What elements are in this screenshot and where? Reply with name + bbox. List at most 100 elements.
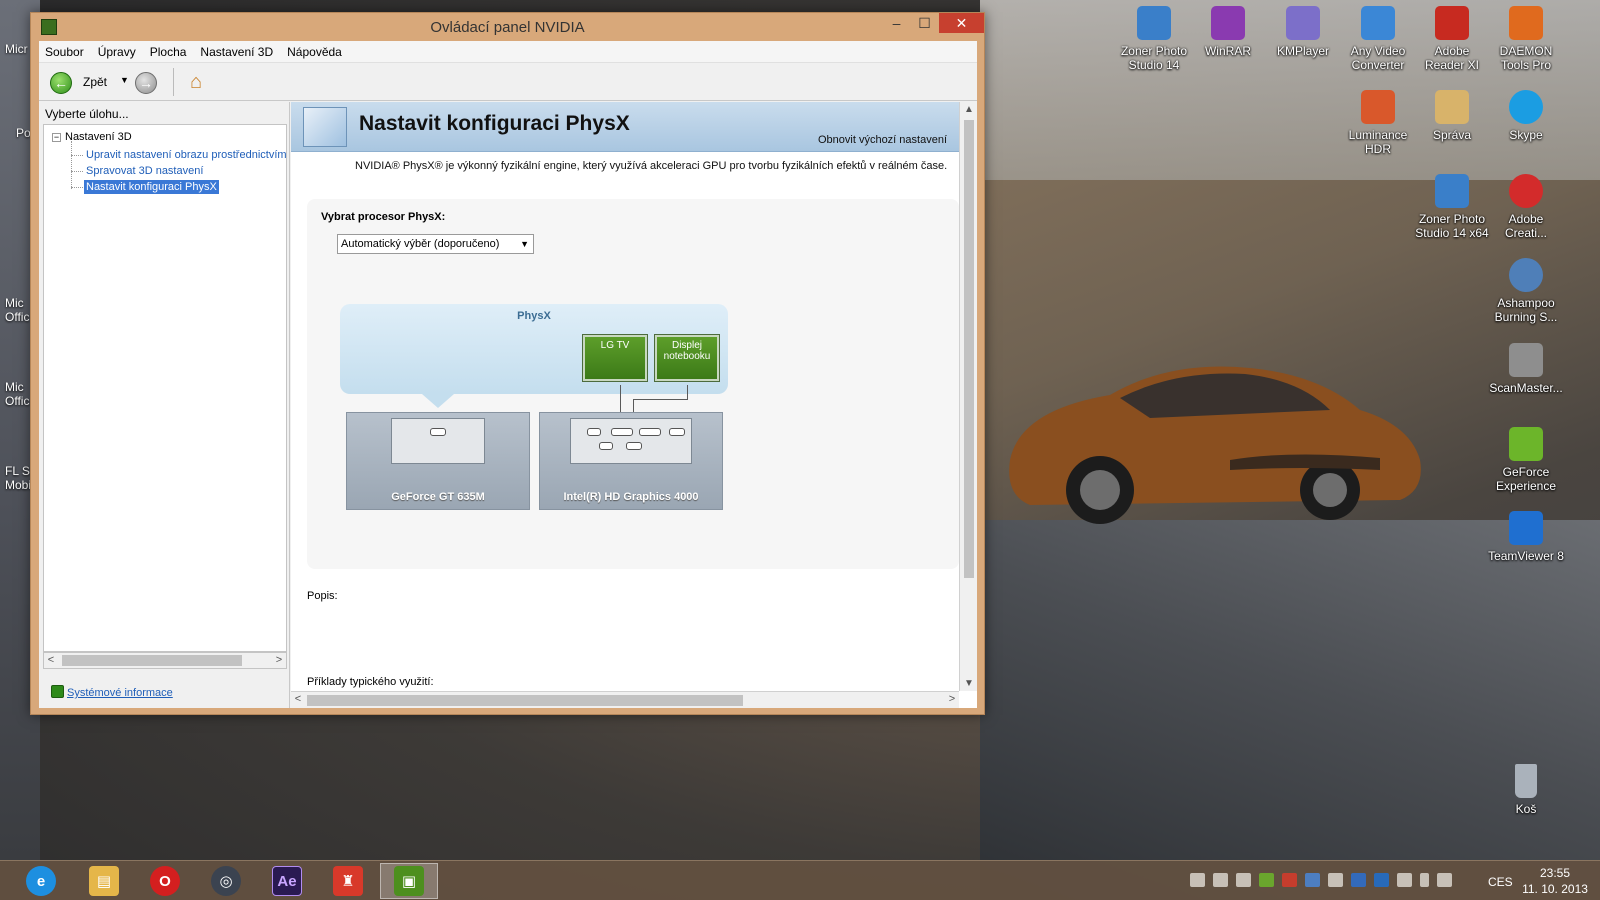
- physx-processor-select[interactable]: Automatický výběr (doporučeno) ▼: [337, 234, 534, 254]
- desktop-icon-kmplayer[interactable]: KMPlayer: [1265, 6, 1341, 58]
- toolbar: ← Zpět ▼ → ⌂: [39, 63, 977, 101]
- port-icon: [599, 442, 613, 450]
- back-button[interactable]: ←: [50, 72, 72, 94]
- processor-label: Vybrat procesor PhysX:: [321, 211, 446, 223]
- physx-settings-panel: Vybrat procesor PhysX: Automatický výběr…: [307, 199, 959, 569]
- desktop-icon-adobe-creative[interactable]: Adobe Creati...: [1488, 174, 1564, 240]
- port-icon: [611, 428, 633, 436]
- collapse-icon[interactable]: −: [52, 133, 61, 142]
- taskbar: e ▤ O ◎ Ae ♜ ▣ CES 23:55 11. 10. 2013: [0, 860, 1600, 900]
- chevron-up-icon[interactable]: ▲: [960, 104, 978, 115]
- desktop-icon-any-video-converter[interactable]: Any Video Converter: [1340, 6, 1416, 72]
- desktop-icon-skype[interactable]: Skype: [1488, 90, 1564, 142]
- content-horizontal-scrollbar[interactable]: < >: [291, 691, 959, 708]
- title-bar[interactable]: Ovládací panel NVIDIA – ☐ ✕: [31, 13, 984, 41]
- physx-pointer: [422, 394, 454, 408]
- tray-teamviewer-icon[interactable]: [1374, 873, 1389, 887]
- internet-explorer-icon: e: [26, 866, 56, 896]
- desktop-icon-sprava[interactable]: Správa: [1414, 90, 1490, 142]
- scrollbar-thumb[interactable]: [62, 655, 242, 666]
- input-language[interactable]: CES: [1488, 875, 1513, 889]
- daemon-tools-icon: [1509, 6, 1543, 40]
- tree-horizontal-scrollbar[interactable]: < >: [43, 652, 287, 669]
- teamviewer-icon: [1509, 511, 1543, 545]
- chevron-down-icon[interactable]: ▼: [960, 678, 978, 689]
- desktop-icon-zoner-photo-studio[interactable]: Zoner Photo Studio 14: [1116, 6, 1192, 72]
- tray-game-icon[interactable]: [1282, 873, 1297, 887]
- minimize-button[interactable]: –: [883, 13, 910, 33]
- menu-upravy[interactable]: Úpravy: [98, 45, 136, 59]
- port-icon: [626, 442, 642, 450]
- chevron-right-icon[interactable]: >: [945, 692, 959, 707]
- chevron-right-icon[interactable]: >: [272, 653, 286, 668]
- physx-page-icon: [303, 107, 347, 147]
- taskbar-opera[interactable]: O: [136, 863, 194, 899]
- taskbar-internet-explorer[interactable]: e: [12, 863, 70, 899]
- tray-device-icon[interactable]: [1236, 873, 1251, 887]
- gpu-name: GeForce GT 635M: [391, 491, 485, 503]
- content-vertical-scrollbar[interactable]: ▲ ▼: [959, 102, 977, 691]
- forward-button[interactable]: →: [135, 72, 157, 94]
- desktop-icon-geforce-experience[interactable]: GeForce Experience: [1488, 427, 1564, 493]
- menu-plocha[interactable]: Plocha: [150, 45, 187, 59]
- arrow-right-icon: →: [139, 75, 153, 91]
- menu-nastaveni-3d[interactable]: Nastavení 3D: [200, 45, 273, 59]
- desktop-icon-teamviewer[interactable]: TeamViewer 8: [1488, 511, 1564, 563]
- chevron-left-icon[interactable]: <: [44, 653, 58, 668]
- task-pane: Vyberte úlohu... − Nastavení 3D Upravit n…: [39, 102, 290, 708]
- game-app-icon: ♜: [333, 866, 363, 896]
- network-icon[interactable]: [1328, 873, 1343, 887]
- system-info-link[interactable]: Systémové informace: [51, 685, 173, 699]
- tray-display-icon[interactable]: [1305, 873, 1320, 887]
- desktop-icon-winrar[interactable]: WinRAR: [1190, 6, 1266, 58]
- volume-icon[interactable]: [1437, 873, 1452, 887]
- desktop-icon-scanmaster[interactable]: ScanMaster...: [1488, 343, 1564, 395]
- desktop-edge-label: Micr: [5, 42, 28, 56]
- restore-defaults-link[interactable]: Obnovit výchozí nastavení: [818, 134, 947, 146]
- tray-zoner-icon[interactable]: [1190, 873, 1205, 887]
- desktop-icon-luminance-hdr[interactable]: Luminance HDR: [1340, 90, 1416, 156]
- gpu-geforce: GeForce GT 635M: [346, 412, 530, 510]
- home-icon[interactable]: ⌂: [184, 70, 208, 94]
- desktop-edge-label: Po: [16, 126, 31, 140]
- menu-soubor[interactable]: Soubor: [45, 45, 84, 59]
- tree-connector: [71, 141, 72, 189]
- desktop-icon-daemon-tools[interactable]: DAEMON Tools Pro: [1488, 6, 1564, 72]
- action-center-flag-icon[interactable]: [1397, 873, 1412, 887]
- close-button[interactable]: ✕: [939, 13, 984, 33]
- desktop-icon-zoner-photo-studio-x64[interactable]: Zoner Photo Studio 14 x64: [1414, 174, 1490, 240]
- gpu-name: Intel(R) HD Graphics 4000: [563, 491, 699, 503]
- recycle-bin-icon: [1515, 764, 1537, 798]
- adobe-reader-icon: [1435, 6, 1469, 40]
- page-title: Nastavit konfiguraci PhysX: [359, 112, 630, 135]
- taskbar-game-app[interactable]: ♜: [319, 863, 377, 899]
- tray-steam-icon[interactable]: [1213, 873, 1228, 887]
- physx-diagram-label: PhysX: [517, 310, 551, 322]
- desktop-icon-recycle-bin[interactable]: Koš: [1488, 764, 1564, 816]
- chevron-left-icon[interactable]: <: [291, 692, 305, 707]
- taskbar-after-effects[interactable]: Ae: [258, 863, 316, 899]
- scrollbar-thumb[interactable]: [307, 695, 743, 706]
- gpu-ports-panel: [391, 418, 485, 464]
- scrollbar-thumb[interactable]: [964, 120, 974, 578]
- taskbar-clock[interactable]: 23:55 11. 10. 2013: [1515, 865, 1595, 897]
- desktop-icon-ashampoo[interactable]: Ashampoo Burning S...: [1488, 258, 1564, 324]
- taskbar-nvidia-control-panel[interactable]: ▣: [380, 863, 438, 899]
- info-icon: [51, 685, 64, 698]
- desktop-icon-adobe-reader[interactable]: Adobe Reader XI: [1414, 6, 1490, 72]
- tree-item-adjust-image-settings[interactable]: Upravit nastavení obrazu prostřednictvím…: [84, 148, 286, 162]
- display-connector: [687, 385, 688, 399]
- back-label[interactable]: Zpět: [83, 75, 107, 89]
- taskbar-steam[interactable]: ◎: [197, 863, 255, 899]
- gpu-intel: Intel(R) HD Graphics 4000: [539, 412, 723, 510]
- tree-item-physx-configuration[interactable]: Nastavit konfiguraci PhysX: [84, 180, 219, 194]
- tree-item-manage-3d-settings[interactable]: Spravovat 3D nastavení: [84, 164, 205, 178]
- history-dropdown-icon[interactable]: ▼: [120, 75, 129, 85]
- menu-napoveda[interactable]: Nápověda: [287, 45, 342, 59]
- tree-root-3d-settings[interactable]: − Nastavení 3D: [52, 131, 132, 143]
- maximize-button[interactable]: ☐: [911, 13, 938, 33]
- taskbar-file-explorer[interactable]: ▤: [75, 863, 133, 899]
- tray-nvidia-icon[interactable]: [1259, 873, 1274, 887]
- battery-icon[interactable]: [1420, 873, 1429, 887]
- bluetooth-icon[interactable]: [1351, 873, 1366, 887]
